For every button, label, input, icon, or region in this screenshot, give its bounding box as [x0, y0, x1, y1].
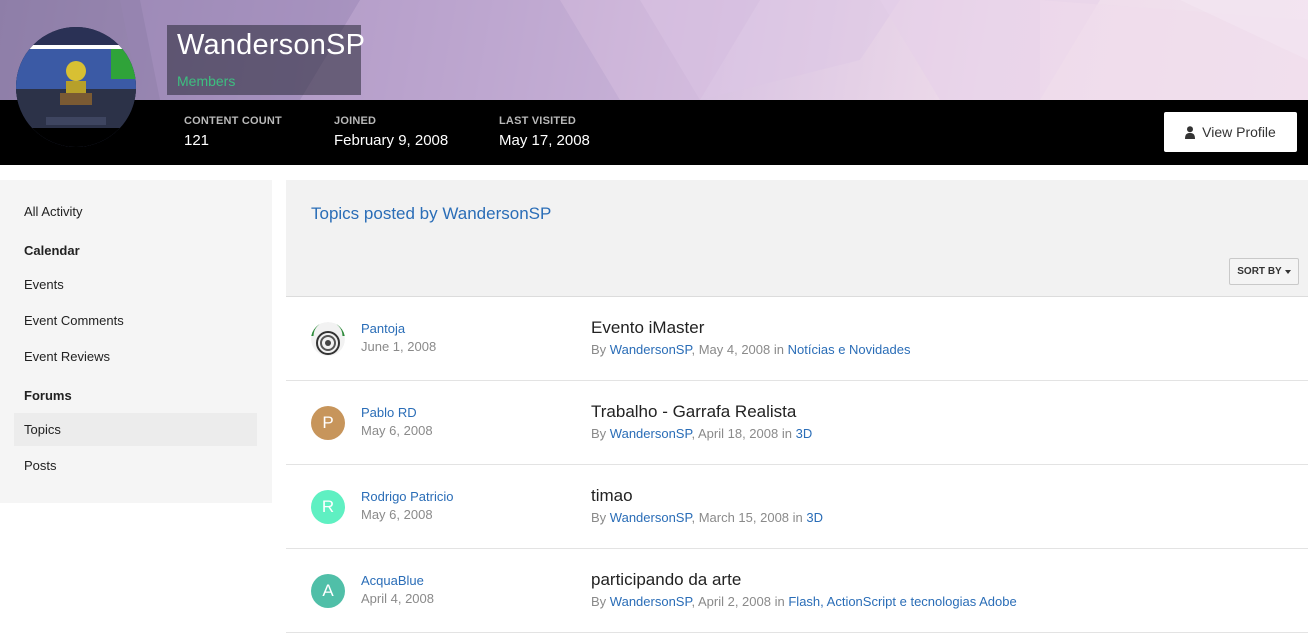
topic-row: A AcquaBlue April 4, 2008 participando d…	[286, 549, 1308, 633]
topic-author[interactable]: WandersonSP	[610, 510, 692, 525]
topic-forum[interactable]: Notícias e Novidades	[788, 342, 911, 357]
avatar-bottom-cut	[16, 128, 136, 147]
stat-label: JOINED	[334, 115, 377, 127]
stat-value: February 9, 2008	[334, 132, 449, 149]
poster-avatar-image	[311, 322, 345, 356]
avatar-letter: A	[322, 581, 334, 600]
poster-name[interactable]: Rodrigo Patricio	[361, 489, 454, 504]
sort-by-button[interactable]: SORT BY	[1229, 258, 1299, 285]
topic-title[interactable]: Evento iMaster	[591, 318, 704, 338]
topic-meta: By WandersonSP, April 18, 2008 in 3D	[591, 426, 813, 441]
user-icon	[1185, 125, 1196, 139]
topics-header: Topics posted by WandersonSP SORT BY	[286, 180, 1308, 297]
stat-value: 121	[184, 132, 210, 149]
topic-author[interactable]: WandersonSP	[610, 426, 692, 441]
topic-forum[interactable]: Flash, ActionScript e tecnologias Adobe	[788, 594, 1016, 609]
topic-row: Pantoja June 1, 2008 Evento iMaster By W…	[286, 297, 1308, 381]
poster-name[interactable]: Pantoja	[361, 321, 405, 336]
sidebar-item-topics[interactable]: Topics	[24, 422, 61, 437]
profile-group: Members	[177, 73, 236, 89]
view-profile-button[interactable]: View Profile	[1164, 112, 1297, 152]
stat-label: LAST VISITED	[499, 115, 576, 127]
sidebar-item-posts[interactable]: Posts	[24, 458, 57, 473]
poster-date: May 6, 2008	[361, 507, 433, 522]
profile-name-box: WandersonSP Members	[167, 25, 365, 95]
poster-avatar[interactable]: R	[311, 490, 345, 524]
avatar-letter: P	[322, 413, 334, 432]
page-title: Topics posted by WandersonSP	[311, 204, 552, 223]
poster-avatar[interactable]: A	[311, 574, 345, 608]
poster-date: June 1, 2008	[361, 339, 437, 354]
topic-meta: By WandersonSP, May 4, 2008 in Notícias …	[591, 342, 911, 357]
poster-date: April 4, 2008	[361, 591, 434, 606]
topic-forum[interactable]: 3D	[806, 510, 823, 525]
sidebar-heading-forums: Forums	[24, 388, 72, 403]
topic-row: P Pablo RD May 6, 2008 Trabalho - Garraf…	[286, 381, 1308, 465]
stat-value: May 17, 2008	[499, 132, 590, 149]
poster-name[interactable]: AcquaBlue	[361, 573, 424, 588]
caret-down-icon	[1284, 269, 1291, 274]
poster-avatar[interactable]	[311, 322, 345, 356]
sidebar-item-event-reviews[interactable]: Event Reviews	[24, 349, 110, 364]
topic-title[interactable]: Trabalho - Garrafa Realista	[591, 402, 796, 422]
avatar-letter: R	[321, 497, 335, 516]
stat-content-count: CONTENT COUNT 121	[184, 115, 282, 149]
by-label: By	[591, 510, 607, 525]
in-label: in	[781, 426, 792, 441]
in-label: in	[792, 510, 803, 525]
topic-author[interactable]: WandersonSP	[610, 342, 692, 357]
by-label: By	[591, 426, 607, 441]
topic-date: April 18, 2008	[697, 426, 779, 441]
topic-title[interactable]: timao	[591, 486, 633, 506]
poster-date: May 6, 2008	[361, 423, 433, 438]
poster-avatar[interactable]: P	[311, 406, 345, 440]
topic-author[interactable]: WandersonSP	[610, 594, 692, 609]
by-label: By	[591, 342, 607, 357]
sidebar-item-all-activity[interactable]: All Activity	[24, 204, 83, 219]
view-profile-label: View Profile	[1202, 124, 1276, 140]
in-label: in	[774, 594, 785, 609]
activity-sidebar	[0, 180, 272, 503]
sidebar-heading-calendar: Calendar	[24, 243, 80, 258]
sort-by-label: SORT BY	[1237, 266, 1282, 277]
topic-meta: By WandersonSP, March 15, 2008 in 3D	[591, 510, 824, 525]
stat-label: CONTENT COUNT	[184, 115, 282, 127]
stat-joined: JOINED February 9, 2008	[334, 115, 448, 149]
in-label: in	[773, 342, 784, 357]
topic-date: March 15, 2008	[698, 510, 790, 525]
topic-forum[interactable]: 3D	[796, 426, 813, 441]
poster-name[interactable]: Pablo RD	[361, 405, 417, 420]
sidebar-item-events[interactable]: Events	[24, 277, 64, 292]
topic-date: April 2, 2008	[697, 594, 771, 609]
topic-date: May 4, 2008	[698, 342, 771, 357]
sidebar-item-event-comments[interactable]: Event Comments	[24, 313, 124, 328]
by-label: By	[591, 594, 607, 609]
topic-meta: By WandersonSP, April 2, 2008 in Flash, …	[591, 594, 1017, 609]
profile-username: WandersonSP	[177, 29, 366, 61]
profile-avatar[interactable]	[16, 27, 136, 147]
stat-last-visited: LAST VISITED May 17, 2008	[499, 115, 590, 149]
topic-row: R Rodrigo Patricio May 6, 2008 timao By …	[286, 465, 1308, 549]
topic-title[interactable]: participando da arte	[591, 570, 741, 590]
